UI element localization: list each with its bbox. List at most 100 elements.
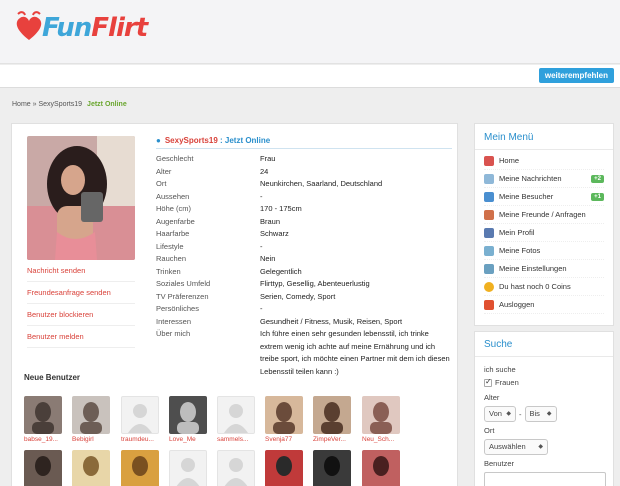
new-user-name[interactable]: traumdeu... [121,436,159,443]
women-checkbox-row[interactable]: Frauen [484,376,604,389]
menu-item-logout[interactable]: Ausloggen [484,296,604,314]
profile-field-row: Interessen Gesundheit / Fitness, Musik, R… [156,316,452,329]
women-checkbox[interactable] [484,377,492,387]
profile-panel: Nachricht senden Freundesanfrage senden … [11,123,458,486]
new-user-avatar[interactable] [169,396,207,434]
new-user-avatar[interactable] [72,396,110,434]
profile-icon [484,227,494,238]
profile-field-label: Haarfarbe [156,229,190,238]
profile-photo[interactable] [27,136,135,260]
age-to-value: Bis [529,409,540,418]
placeholder-avatar-icon[interactable] [217,450,255,486]
new-user-avatar[interactable] [121,450,159,486]
breadcrumb-status: Jetzt Online [87,101,127,108]
age-to-select[interactable]: Bis ◆ [524,406,557,422]
friend-request-link[interactable]: Freundesanfrage senden [27,282,135,304]
new-user-avatar[interactable] [313,450,351,486]
new-user-card[interactable]: Svenja77 [265,396,303,443]
new-users-title: Neue Benutzer [24,373,81,382]
placeholder-avatar-icon[interactable] [121,396,159,434]
profile-field-row: Geschlecht Frau [156,153,452,166]
profile-field-value: Braun [260,216,281,226]
block-user-link[interactable]: Benutzer blockieren [27,304,135,326]
age-range-dash: - [519,409,522,419]
new-user-name[interactable]: Love_Me [169,436,207,443]
new-user-card[interactable]: traumdeu... [121,396,159,443]
menu-item-friends[interactable]: Meine Freunde / Anfragen [484,206,604,224]
new-user-card[interactable] [121,450,159,486]
new-user-card[interactable]: ZimpeVer... [313,396,351,443]
new-user-card[interactable] [362,450,400,486]
my-menu-list: Home Meine Nachrichten +2 Meine Besucher +1 M… [475,150,613,316]
profile-title-separator: : [217,136,225,145]
heart-logo-icon [12,10,44,46]
search-title: Suche [475,332,613,357]
new-user-avatar[interactable] [265,450,303,486]
new-user-avatar[interactable] [72,450,110,486]
new-user-name[interactable]: Neu_Sch... [362,436,400,443]
my-menu-panel: Mein Menü Home Meine Nachrichten +2 Meine B… [474,123,614,326]
photos-icon [484,245,494,256]
profile-field-value: Frau [260,154,276,163]
new-user-avatar[interactable] [265,396,303,434]
menu-item-photos[interactable]: Meine Fotos [484,242,604,260]
menu-item-settings[interactable]: Meine Einstellungen [484,260,604,278]
location-label: Ort [484,426,495,435]
profile-field-label: TV Präferenzen [156,291,209,301]
profile-field-row: Rauchen Nein [156,253,452,266]
new-user-card[interactable] [313,450,351,486]
placeholder-avatar-icon[interactable] [217,396,255,434]
new-user-card[interactable]: Bebigirl [72,396,110,443]
profile-fields: Geschlecht Frau Alter 24 Ort Neunkirchen, Saa… [156,153,452,378]
profile-field-row: Ort Neunkirchen, Saarland, Deutschland [156,178,452,191]
menu-item-label: Meine Besucher [499,192,554,201]
new-user-card[interactable] [265,450,303,486]
send-message-link[interactable]: Nachricht senden [27,260,135,282]
recommend-button[interactable]: weiterempfehlen [538,68,614,83]
new-user-avatar[interactable] [24,450,62,486]
profile-field-label: Trinken [156,266,181,276]
location-value: Auswählen [489,442,526,451]
breadcrumb-home[interactable]: Home [12,101,31,108]
logo-flirt: Flirt [91,13,148,43]
age-from-select[interactable]: Von ◆ [484,406,516,422]
new-user-name[interactable]: Svenja77 [265,436,303,443]
profile-field-value: 170 - 175cm [260,204,302,213]
profile-field-label: Interessen [156,316,192,326]
funflirt-logo[interactable]: FunFlirt [12,10,148,46]
menu-item-coin[interactable]: Du hast noch 0 Coins [484,278,604,296]
women-label: Frauen [495,378,519,387]
menu-item-visitor[interactable]: Meine Besucher +1 [484,188,604,206]
new-user-avatar[interactable] [362,396,400,434]
profile-field-label: Lifestyle [156,241,184,251]
new-user-card[interactable]: Love_Me [169,396,207,443]
new-user-name[interactable]: babse_19... [24,436,62,443]
user-label: Benutzer [484,459,515,468]
new-user-avatar[interactable] [362,450,400,486]
new-user-name[interactable]: sammels... [217,436,255,443]
breadcrumb-user[interactable]: SexySports19 [39,101,83,108]
new-user-card[interactable] [169,450,207,486]
menu-item-profile[interactable]: Mein Profil [484,224,604,242]
username-input[interactable] [484,472,606,486]
new-user-card[interactable] [72,450,110,486]
new-user-avatar[interactable] [24,396,62,434]
new-user-name[interactable]: Bebigirl [72,436,110,443]
new-user-card[interactable]: babse_19... [24,396,62,443]
new-user-avatar[interactable] [313,396,351,434]
location-select[interactable]: Auswählen ◆ [484,439,548,455]
age-from-arrow-icon: ◆ [506,411,511,417]
menu-item-badge: +1 [591,192,604,201]
new-user-card[interactable] [217,450,255,486]
report-user-link[interactable]: Benutzer melden [27,326,135,348]
new-user-card[interactable]: sammels... [217,396,255,443]
settings-icon [484,263,494,274]
new-user-card[interactable] [24,450,62,486]
new-user-name[interactable]: ZimpeVer... [313,436,351,443]
breadcrumb: Home » SexySports19 Jetzt Online [12,101,127,108]
placeholder-avatar-icon[interactable] [169,450,207,486]
menu-item-label: Ausloggen [499,300,535,309]
new-user-card[interactable]: Neu_Sch... [362,396,400,443]
menu-item-home[interactable]: Home [484,152,604,170]
menu-item-mail[interactable]: Meine Nachrichten +2 [484,170,604,188]
